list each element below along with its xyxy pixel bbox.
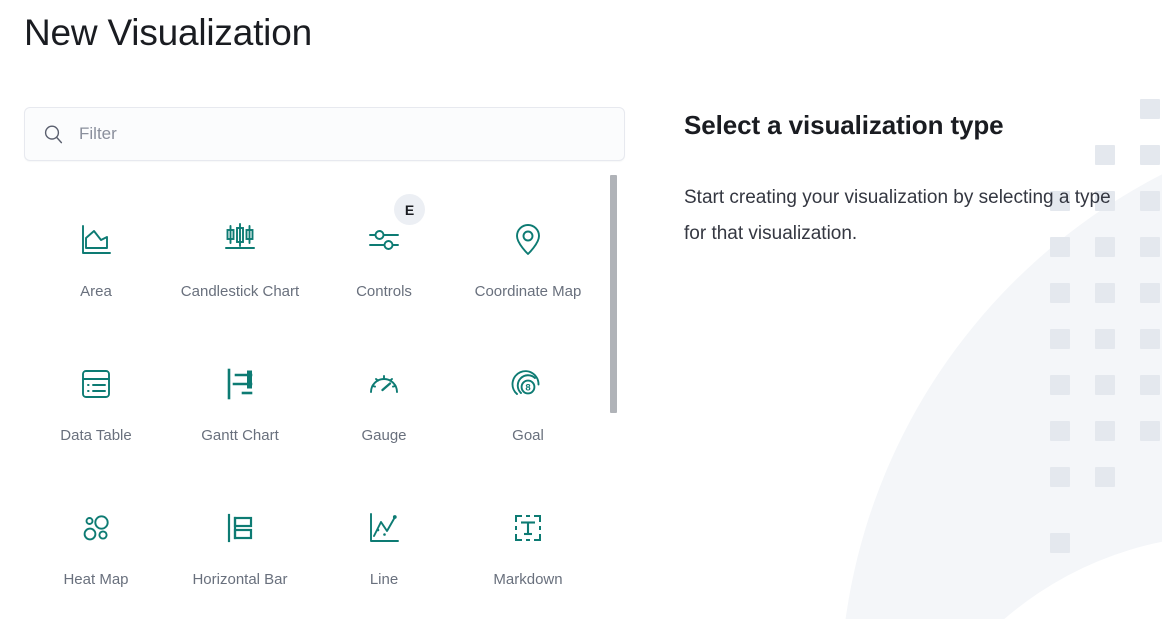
- visualization-type-grid-container: Area Candlestick Chart E Controls Coordi…: [24, 172, 625, 619]
- horizontal-bar-icon: [220, 508, 260, 548]
- viz-type-label: Coordinate Map: [474, 283, 582, 300]
- viz-type-label: Gauge: [361, 427, 407, 444]
- new-visualization-page: New Visualization Filter Area Candlestic…: [0, 0, 1162, 619]
- viz-type-label: Line: [369, 571, 399, 588]
- viz-type-gantt-chart[interactable]: Gantt Chart: [168, 336, 312, 480]
- viz-type-horizontal-bar[interactable]: Horizontal Bar: [168, 480, 312, 619]
- svg-text:8: 8: [525, 383, 530, 394]
- viz-type-candlestick-chart[interactable]: Candlestick Chart: [168, 192, 312, 336]
- markdown-text-icon: [508, 508, 548, 548]
- line-chart-icon: [364, 508, 404, 548]
- filter-search-box[interactable]: [24, 107, 625, 161]
- viz-type-label: Horizontal Bar: [192, 571, 288, 588]
- viz-type-data-table[interactable]: Data Table: [24, 336, 168, 480]
- area-chart-icon: [76, 220, 116, 260]
- viz-type-label: Markdown: [493, 571, 563, 588]
- detail-pane: Select a visualization type Start creati…: [684, 0, 1162, 619]
- visualization-type-grid: Area Candlestick Chart E Controls Coordi…: [24, 172, 625, 619]
- gantt-chart-icon: [220, 364, 260, 404]
- viz-type-label: Gantt Chart: [201, 427, 279, 444]
- detail-body-text: Start creating your visualization by sel…: [684, 187, 1111, 244]
- viz-type-gauge[interactable]: Gauge: [312, 336, 456, 480]
- goal-icon: 8: [508, 364, 548, 404]
- heat-map-icon: [76, 508, 116, 548]
- viz-type-label: Area: [80, 283, 112, 300]
- viz-type-markdown[interactable]: Markdown: [456, 480, 600, 619]
- viz-type-heat-map[interactable]: Heat Map: [24, 480, 168, 619]
- controls-sliders-icon: [364, 220, 404, 260]
- visualization-picker-pane: New Visualization Filter Area Candlestic…: [0, 0, 648, 619]
- viz-type-label: Heat Map: [63, 571, 129, 588]
- viz-type-label: Goal: [512, 427, 544, 444]
- gauge-icon: [364, 364, 404, 404]
- experimental-badge: E: [394, 194, 425, 225]
- viz-type-label: Controls: [356, 283, 412, 300]
- grid-scrollbar[interactable]: [610, 172, 617, 619]
- viz-type-controls[interactable]: E Controls: [312, 192, 456, 336]
- viz-type-label: Data Table: [60, 427, 132, 444]
- grid-scrollbar-thumb[interactable]: [610, 175, 617, 413]
- data-table-icon: [76, 364, 116, 404]
- candlestick-icon: [220, 220, 260, 260]
- viz-type-area[interactable]: Area: [24, 192, 168, 336]
- map-pin-icon: [508, 220, 548, 260]
- viz-type-coordinate-map[interactable]: Coordinate Map: [456, 192, 600, 336]
- detail-heading: Select a visualization type: [684, 110, 1004, 140]
- viz-type-label: Candlestick Chart: [180, 283, 300, 300]
- filter-input[interactable]: [79, 124, 624, 144]
- page-title: New Visualization: [24, 12, 312, 53]
- viz-type-line[interactable]: Line: [312, 480, 456, 619]
- viz-type-goal[interactable]: 8 Goal: [456, 336, 600, 480]
- search-icon: [42, 123, 65, 146]
